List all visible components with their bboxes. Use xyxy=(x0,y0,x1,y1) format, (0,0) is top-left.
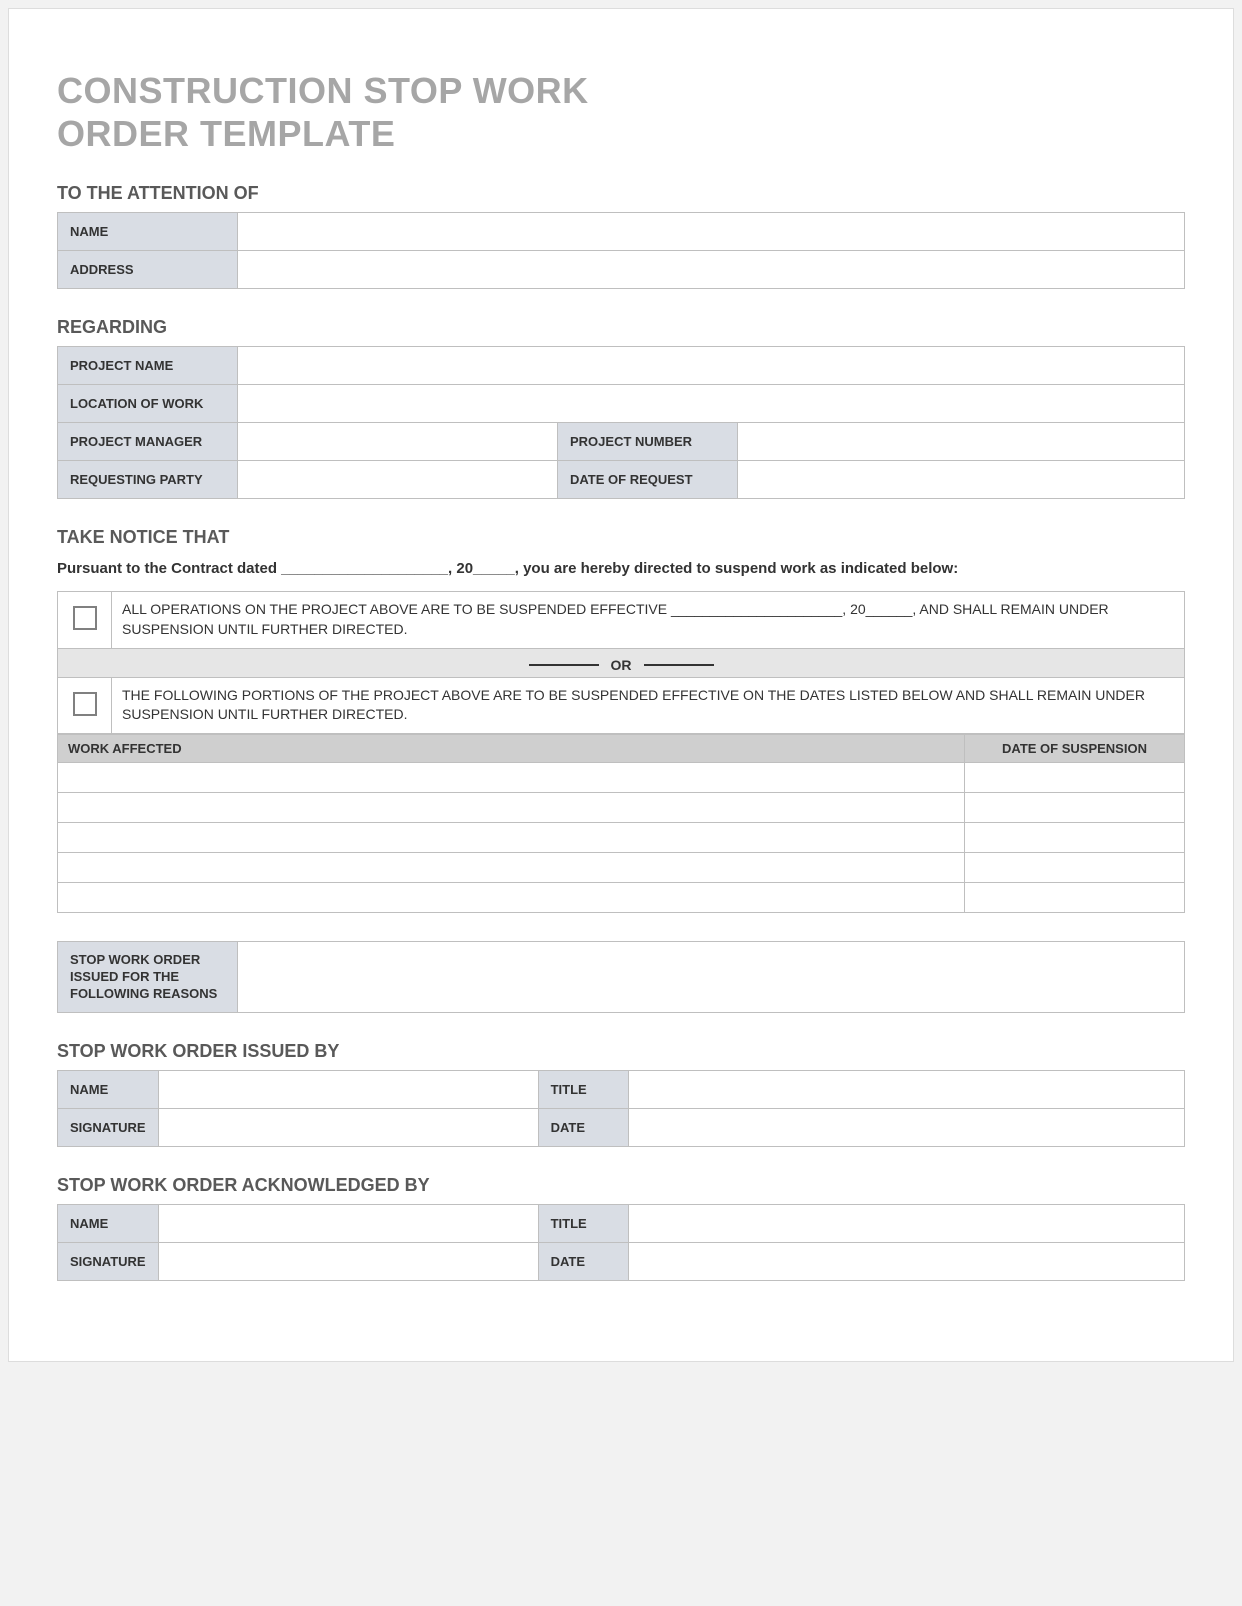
date-of-request-value[interactable] xyxy=(738,461,1185,499)
work-affected-table: WORK AFFECTED DATE OF SUSPENSION xyxy=(57,734,1185,913)
option1-text: ALL OPERATIONS ON THE PROJECT ABOVE ARE … xyxy=(112,592,1185,648)
issued-name-value[interactable] xyxy=(158,1071,538,1109)
table-row xyxy=(58,822,1185,852)
table-row xyxy=(58,792,1185,822)
project-manager-label: PROJECT MANAGER xyxy=(58,423,238,461)
reasons-table: STOP WORK ORDER ISSUED FOR THE FOLLOWING… xyxy=(57,941,1185,1014)
reasons-label: STOP WORK ORDER ISSUED FOR THE FOLLOWING… xyxy=(58,941,238,1013)
table-row: PROJECT NAME xyxy=(58,347,1185,385)
table-row: ALL OPERATIONS ON THE PROJECT ABOVE ARE … xyxy=(58,592,1185,648)
table-row: STOP WORK ORDER ISSUED FOR THE FOLLOWING… xyxy=(58,941,1185,1013)
work-affected-header: WORK AFFECTED xyxy=(58,734,965,762)
table-header-row: WORK AFFECTED DATE OF SUSPENSION xyxy=(58,734,1185,762)
work-affected-cell[interactable] xyxy=(58,822,965,852)
option1-checkbox-cell[interactable] xyxy=(58,592,112,648)
location-label: LOCATION OF WORK xyxy=(58,385,238,423)
acknowledged-by-heading: STOP WORK ORDER ACKNOWLEDGED BY xyxy=(57,1175,1185,1196)
issued-title-value[interactable] xyxy=(628,1071,1184,1109)
checkbox-icon xyxy=(73,606,97,630)
date-suspension-cell[interactable] xyxy=(965,882,1185,912)
regarding-heading: REGARDING xyxy=(57,317,1185,338)
reasons-value[interactable] xyxy=(238,941,1185,1013)
issued-signature-label: SIGNATURE xyxy=(58,1109,159,1147)
table-row: SIGNATURE DATE xyxy=(58,1109,1185,1147)
issued-by-heading: STOP WORK ORDER ISSUED BY xyxy=(57,1041,1185,1062)
table-row xyxy=(58,762,1185,792)
acknowledged-by-table: NAME TITLE SIGNATURE DATE xyxy=(57,1204,1185,1281)
work-affected-cell[interactable] xyxy=(58,852,965,882)
work-affected-cell[interactable] xyxy=(58,882,965,912)
notice-intro: Pursuant to the Contract dated _________… xyxy=(57,558,1185,579)
notice-heading: TAKE NOTICE THAT xyxy=(57,527,1185,548)
project-name-value[interactable] xyxy=(238,347,1185,385)
date-suspension-cell[interactable] xyxy=(965,762,1185,792)
table-row: THE FOLLOWING PORTIONS OF THE PROJECT AB… xyxy=(58,677,1185,733)
attention-table: NAME ADDRESS xyxy=(57,212,1185,289)
ack-date-value[interactable] xyxy=(628,1243,1184,1281)
or-wrap: OR xyxy=(529,657,714,673)
issued-name-label: NAME xyxy=(58,1071,159,1109)
work-affected-cell[interactable] xyxy=(58,762,965,792)
project-manager-value[interactable] xyxy=(238,423,558,461)
title-line-1: CONSTRUCTION STOP WORK xyxy=(57,70,589,111)
table-row: NAME TITLE xyxy=(58,1071,1185,1109)
ack-signature-label: SIGNATURE xyxy=(58,1243,159,1281)
date-suspension-cell[interactable] xyxy=(965,852,1185,882)
option2-checkbox-cell[interactable] xyxy=(58,677,112,733)
table-row: SIGNATURE DATE xyxy=(58,1243,1185,1281)
issued-title-label: TITLE xyxy=(538,1071,628,1109)
ack-date-label: DATE xyxy=(538,1243,628,1281)
date-of-request-label: DATE OF REQUEST xyxy=(558,461,738,499)
date-suspension-cell[interactable] xyxy=(965,792,1185,822)
document-title: CONSTRUCTION STOP WORK ORDER TEMPLATE xyxy=(57,69,1185,155)
title-line-2: ORDER TEMPLATE xyxy=(57,113,395,154)
divider-line-icon xyxy=(644,664,714,666)
table-row: REQUESTING PARTY DATE OF REQUEST xyxy=(58,461,1185,499)
attention-heading: TO THE ATTENTION OF xyxy=(57,183,1185,204)
ack-title-label: TITLE xyxy=(538,1205,628,1243)
checkbox-icon xyxy=(73,692,97,716)
or-label: OR xyxy=(611,657,632,673)
table-row: ADDRESS xyxy=(58,251,1185,289)
table-row: LOCATION OF WORK xyxy=(58,385,1185,423)
requesting-party-value[interactable] xyxy=(238,461,558,499)
work-affected-cell[interactable] xyxy=(58,792,965,822)
issued-signature-value[interactable] xyxy=(158,1109,538,1147)
issued-date-label: DATE xyxy=(538,1109,628,1147)
table-row: NAME xyxy=(58,213,1185,251)
address-label: ADDRESS xyxy=(58,251,238,289)
address-value[interactable] xyxy=(238,251,1185,289)
ack-name-value[interactable] xyxy=(158,1205,538,1243)
issued-date-value[interactable] xyxy=(628,1109,1184,1147)
date-suspension-cell[interactable] xyxy=(965,822,1185,852)
table-row: NAME TITLE xyxy=(58,1205,1185,1243)
date-suspension-header: DATE OF SUSPENSION xyxy=(965,734,1185,762)
notice-options-table: ALL OPERATIONS ON THE PROJECT ABOVE ARE … xyxy=(57,591,1185,733)
project-number-value[interactable] xyxy=(738,423,1185,461)
or-row: OR xyxy=(58,648,1185,677)
document-page: CONSTRUCTION STOP WORK ORDER TEMPLATE TO… xyxy=(8,8,1234,1362)
project-number-label: PROJECT NUMBER xyxy=(558,423,738,461)
requesting-party-label: REQUESTING PARTY xyxy=(58,461,238,499)
ack-name-label: NAME xyxy=(58,1205,159,1243)
regarding-table: PROJECT NAME LOCATION OF WORK PROJECT MA… xyxy=(57,346,1185,499)
name-label: NAME xyxy=(58,213,238,251)
issued-by-table: NAME TITLE SIGNATURE DATE xyxy=(57,1070,1185,1147)
location-value[interactable] xyxy=(238,385,1185,423)
table-row xyxy=(58,852,1185,882)
option2-text: THE FOLLOWING PORTIONS OF THE PROJECT AB… xyxy=(112,677,1185,733)
ack-signature-value[interactable] xyxy=(158,1243,538,1281)
divider-line-icon xyxy=(529,664,599,666)
table-row: PROJECT MANAGER PROJECT NUMBER xyxy=(58,423,1185,461)
ack-title-value[interactable] xyxy=(628,1205,1184,1243)
project-name-label: PROJECT NAME xyxy=(58,347,238,385)
table-row xyxy=(58,882,1185,912)
name-value[interactable] xyxy=(238,213,1185,251)
